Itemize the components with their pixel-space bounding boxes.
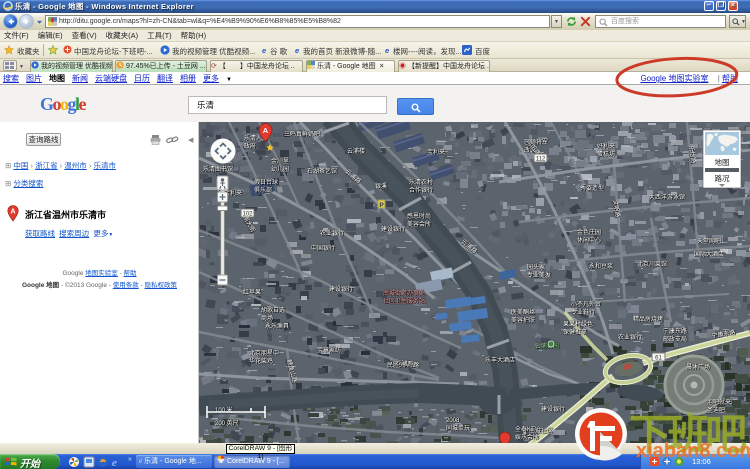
svg-text:保健推拿: 保健推拿	[563, 328, 587, 336]
svg-text:建设银行: 建设银行	[541, 405, 565, 413]
svg-text:假日台球: 假日台球	[254, 178, 278, 186]
svg-text:南城街道办事处: 南城街道办事处	[383, 289, 425, 297]
svg-text:幼儿园: 幼儿园	[271, 165, 289, 173]
svg-text:三鸣真鲜奶吧: 三鸣真鲜奶吧	[284, 130, 320, 138]
svg-text:好利来: 好利来	[597, 142, 615, 150]
svg-text:蛋糕坊: 蛋糕坊	[597, 150, 615, 158]
svg-text:路况: 路况	[715, 173, 730, 183]
svg-text:云浦楼: 云浦楼	[347, 147, 365, 155]
svg-text:医美酮丝: 医美酮丝	[511, 308, 535, 316]
svg-text:永乐渔具: 永乐渔具	[265, 322, 289, 330]
svg-text:北京朋星中: 北京朋星中	[249, 349, 279, 357]
svg-text:100 米: 100 米	[215, 406, 233, 414]
svg-text:天堂网吧: 天堂网吧	[697, 237, 721, 245]
svg-text:2008: 2008	[446, 418, 460, 424]
svg-text:乐清农村: 乐清农村	[409, 178, 433, 186]
svg-text:胡歌自选: 胡歌自选	[261, 306, 285, 314]
svg-text:e: e	[112, 457, 117, 468]
svg-text:大西洋游泳馆: 大西洋游泳馆	[649, 193, 685, 201]
svg-text:102: 102	[242, 212, 253, 218]
svg-text:P: P	[379, 202, 384, 209]
svg-text:果果村绿色: 果果村绿色	[563, 320, 593, 328]
svg-text:云浦公园: 云浦公园	[535, 342, 559, 350]
svg-text:合作银行: 合作银行	[409, 186, 433, 194]
svg-text:中国银行: 中国银行	[311, 244, 335, 252]
svg-text:金色庄园: 金色庄园	[577, 228, 601, 236]
svg-text:俱乐部: 俱乐部	[254, 186, 272, 194]
svg-text:地图: 地图	[715, 157, 730, 167]
svg-text:宁康东路: 宁康东路	[663, 327, 687, 335]
svg-text:农业银行: 农业银行	[320, 229, 344, 237]
svg-text:112: 112	[536, 157, 546, 163]
svg-text:A: A	[10, 209, 15, 216]
svg-text:200 英尺: 200 英尺	[215, 419, 239, 427]
svg-text:银溪: 银溪	[375, 182, 387, 190]
svg-text:红苹果: 红苹果	[243, 288, 261, 296]
svg-text:永和豆浆: 永和豆浆	[589, 262, 613, 270]
svg-text:感恩时尚: 感恩时尚	[407, 212, 431, 220]
svg-text:石湖茶艺馆: 石湖茶艺馆	[307, 167, 337, 175]
svg-text:邮政支局: 邮政支局	[663, 335, 687, 343]
svg-text:秀姿造型: 秀姿造型	[580, 184, 604, 192]
svg-text:宝利来: 宝利来	[427, 148, 445, 156]
svg-text:金川里: 金川里	[271, 157, 289, 165]
svg-text:园头家: 园头家	[527, 263, 545, 271]
svg-text:建设银行: 建设银行	[329, 285, 353, 293]
svg-text:商场: 商场	[261, 314, 273, 322]
svg-text:精品房烧烤: 精品房烧烤	[633, 315, 663, 323]
svg-text:美容护肤: 美容护肤	[511, 316, 535, 324]
svg-text:农业银行: 农业银行	[618, 333, 642, 341]
svg-text:晨沐广场: 晨沐广场	[686, 363, 710, 371]
svg-text:A: A	[263, 126, 269, 135]
svg-text:乐清图书馆: 乐清图书馆	[203, 165, 233, 173]
svg-text:政府: 政府	[244, 142, 256, 150]
svg-text:国际大酒店: 国际大酒店	[694, 250, 724, 258]
svg-text:建设银行: 建设银行	[381, 225, 405, 233]
svg-text:乐丰大酒店: 乐丰大酒店	[485, 356, 515, 364]
svg-text:同城单玩: 同城单玩	[446, 424, 470, 432]
svg-text:南城社区: 南城社区	[529, 427, 553, 435]
svg-text:北京川菜馆: 北京川菜馆	[637, 260, 667, 268]
svg-text:华花柴鸡: 华花柴鸡	[249, 357, 273, 365]
svg-text:专业鞋行: 专业鞋行	[571, 308, 595, 316]
svg-text:61: 61	[655, 356, 662, 362]
svg-text:宝章家纺: 宝章家纺	[317, 346, 341, 354]
svg-text:专业美发: 专业美发	[527, 271, 551, 279]
svg-text:休闲中心: 休闲中心	[577, 236, 601, 244]
svg-text:小不凡外贸: 小不凡外贸	[571, 300, 601, 308]
svg-text:美容会所: 美容会所	[407, 220, 431, 228]
svg-text:社区卫生服务站: 社区卫生服务站	[383, 297, 425, 305]
